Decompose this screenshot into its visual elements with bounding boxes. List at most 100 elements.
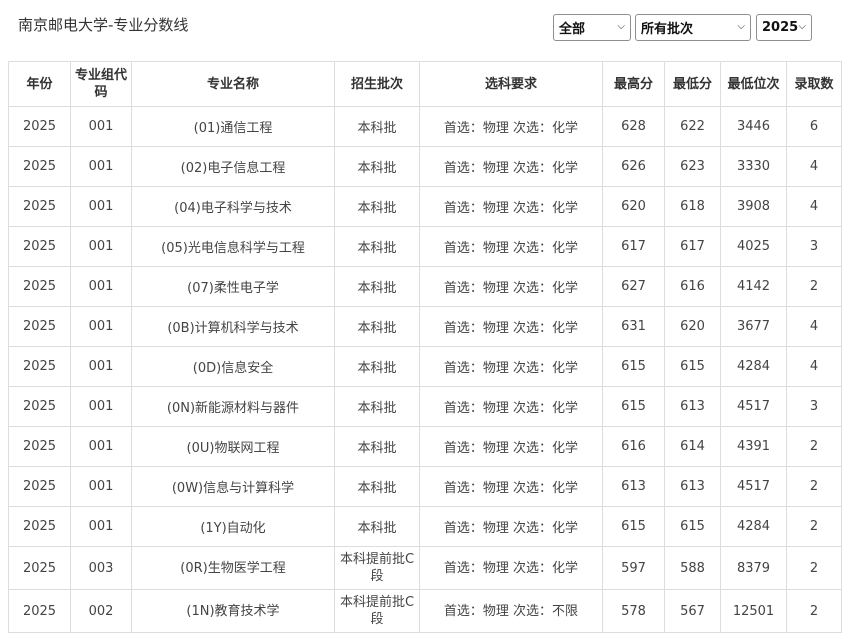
admit-count-cell: 4 xyxy=(786,306,842,347)
max-score-cell: 631 xyxy=(602,306,665,347)
group-code-cell: 001 xyxy=(70,426,132,467)
max-score-cell: 620 xyxy=(602,186,665,227)
min-rank-cell: 12501 xyxy=(720,589,787,633)
header-admit-count: 录取数 xyxy=(786,61,842,107)
major-name-cell: (1Y)自动化 xyxy=(131,506,335,547)
batch-select[interactable]: 所有批次 ⌵ xyxy=(635,14,751,41)
min-rank-cell: 4025 xyxy=(720,226,787,267)
major-name-cell: (07)柔性电子学 xyxy=(131,266,335,307)
batch-cell: 本科批 xyxy=(334,386,420,427)
admit-count-cell: 4 xyxy=(786,186,842,227)
year-select-value: 2025 xyxy=(762,20,799,35)
year-cell: 2025 xyxy=(8,386,71,427)
table-body: 2025 001 (01)通信工程 本科批 首选：物理 次选：化学 628 622 3446 6… xyxy=(8,106,842,633)
max-score-cell: 616 xyxy=(602,426,665,467)
min-rank-cell: 4517 xyxy=(720,386,787,427)
group-code-cell: 001 xyxy=(70,226,132,267)
group-code-cell: 003 xyxy=(70,546,132,590)
subject-requirement-cell: 首选：物理 次选：化学 xyxy=(419,306,603,347)
major-name-cell: (04)电子科学与技术 xyxy=(131,186,335,227)
header-batch: 招生批次 xyxy=(334,61,420,107)
subject-requirement-cell: 首选：物理 次选：化学 xyxy=(419,186,603,227)
min-rank-cell: 4142 xyxy=(720,266,787,307)
min-rank-cell: 3446 xyxy=(720,106,787,147)
batch-cell: 本科批 xyxy=(334,186,420,227)
table-row: 2025 001 (1Y)自动化 本科批 首选：物理 次选：化学 615 615 4284 2 xyxy=(8,506,842,547)
min-rank-cell: 3330 xyxy=(720,146,787,187)
group-code-cell: 001 xyxy=(70,266,132,307)
year-cell: 2025 xyxy=(8,146,71,187)
chevron-down-icon: ⌵ xyxy=(737,21,745,32)
chevron-down-icon: ⌵ xyxy=(617,21,625,32)
group-code-cell: 001 xyxy=(70,146,132,187)
min-rank-cell: 4284 xyxy=(720,506,787,547)
max-score-cell: 615 xyxy=(602,506,665,547)
group-code-cell: 001 xyxy=(70,306,132,347)
admit-count-cell: 6 xyxy=(786,106,842,147)
year-cell: 2025 xyxy=(8,226,71,267)
subject-requirement-cell: 首选：物理 次选：化学 xyxy=(419,466,603,507)
batch-cell: 本科批 xyxy=(334,146,420,187)
subject-requirement-cell: 首选：物理 次选：化学 xyxy=(419,506,603,547)
year-cell: 2025 xyxy=(8,346,71,387)
major-name-cell: (0R)生物医学工程 xyxy=(131,546,335,590)
table-row: 2025 001 (0U)物联网工程 本科批 首选：物理 次选：化学 616 614 4391… xyxy=(8,426,842,467)
batch-cell: 本科批 xyxy=(334,266,420,307)
subject-requirement-cell: 首选：物理 次选：化学 xyxy=(419,266,603,307)
group-code-cell: 001 xyxy=(70,386,132,427)
year-cell: 2025 xyxy=(8,546,71,590)
subject-requirement-cell: 首选：物理 次选：化学 xyxy=(419,346,603,387)
min-score-cell: 620 xyxy=(664,306,721,347)
table-row: 2025 001 (0D)信息安全 本科批 首选：物理 次选：化学 615 615 4284 4 xyxy=(8,346,842,387)
group-code-cell: 002 xyxy=(70,589,132,633)
max-score-cell: 615 xyxy=(602,386,665,427)
admit-count-cell: 3 xyxy=(786,386,842,427)
min-rank-cell: 4391 xyxy=(720,426,787,467)
score-table: 年份 专业组代码 专业名称 招生批次 选科要求 最高分 最低分 最低位次 录取数… xyxy=(8,61,842,633)
table-header-row: 年份 专业组代码 专业名称 招生批次 选科要求 最高分 最低分 最低位次 录取数 xyxy=(8,61,842,107)
min-score-cell: 615 xyxy=(664,346,721,387)
year-cell: 2025 xyxy=(8,426,71,467)
max-score-cell: 615 xyxy=(602,346,665,387)
table-row: 2025 001 (01)通信工程 本科批 首选：物理 次选：化学 628 622 3446 6 xyxy=(8,106,842,147)
min-rank-cell: 4284 xyxy=(720,346,787,387)
min-score-cell: 616 xyxy=(664,266,721,307)
admit-count-cell: 4 xyxy=(786,146,842,187)
admit-count-cell: 2 xyxy=(786,426,842,467)
year-cell: 2025 xyxy=(8,589,71,633)
subject-requirement-cell: 首选：物理 次选：化学 xyxy=(419,146,603,187)
subject-requirement-cell: 首选：物理 次选：不限 xyxy=(419,589,603,633)
min-score-cell: 617 xyxy=(664,226,721,267)
group-code-cell: 001 xyxy=(70,506,132,547)
year-select[interactable]: 2025 ⌵ xyxy=(756,14,812,41)
min-rank-cell: 4517 xyxy=(720,466,787,507)
table-row: 2025 001 (02)电子信息工程 本科批 首选：物理 次选：化学 626 623 333… xyxy=(8,146,842,187)
table-row: 2025 001 (0N)新能源材料与器件 本科批 首选：物理 次选：化学 615 613 4… xyxy=(8,386,842,427)
subject-requirement-cell: 首选：物理 次选：化学 xyxy=(419,546,603,590)
major-name-cell: (0B)计算机科学与技术 xyxy=(131,306,335,347)
batch-select-value: 所有批次 xyxy=(641,22,694,37)
min-score-cell: 588 xyxy=(664,546,721,590)
batch-cell: 本科批 xyxy=(334,106,420,147)
province-select[interactable]: 全部 ⌵ xyxy=(553,14,631,41)
major-name-cell: (0N)新能源材料与器件 xyxy=(131,386,335,427)
min-score-cell: 567 xyxy=(664,589,721,633)
min-rank-cell: 3677 xyxy=(720,306,787,347)
major-name-cell: (0W)信息与计算科学 xyxy=(131,466,335,507)
min-score-cell: 618 xyxy=(664,186,721,227)
min-rank-cell: 8379 xyxy=(720,546,787,590)
batch-cell: 本科批 xyxy=(334,306,420,347)
table-row: 2025 001 (0B)计算机科学与技术 本科批 首选：物理 次选：化学 631 620 3… xyxy=(8,306,842,347)
major-name-cell: (02)电子信息工程 xyxy=(131,146,335,187)
subject-requirement-cell: 首选：物理 次选：化学 xyxy=(419,426,603,467)
province-select-value: 全部 xyxy=(559,22,586,37)
min-score-cell: 613 xyxy=(664,386,721,427)
table-row: 2025 001 (05)光电信息科学与工程 本科批 首选：物理 次选：化学 617 617… xyxy=(8,226,842,267)
chevron-down-icon: ⌵ xyxy=(798,21,806,32)
subject-requirement-cell: 首选：物理 次选：化学 xyxy=(419,106,603,147)
min-score-cell: 615 xyxy=(664,506,721,547)
header-year: 年份 xyxy=(8,61,71,107)
admit-count-cell: 3 xyxy=(786,226,842,267)
table-row: 2025 001 (07)柔性电子学 本科批 首选：物理 次选：化学 627 616 4142… xyxy=(8,266,842,307)
group-code-cell: 001 xyxy=(70,106,132,147)
